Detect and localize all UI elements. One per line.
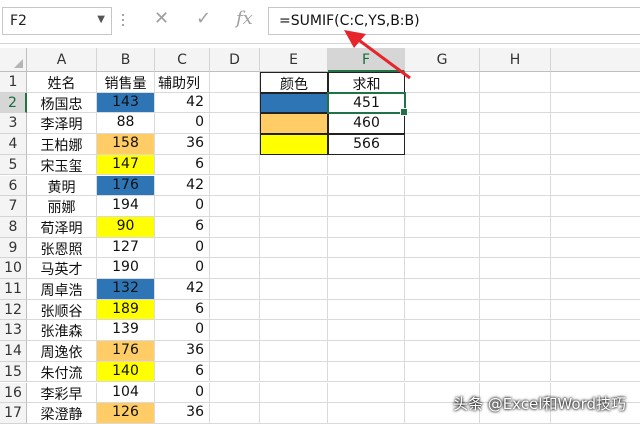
annotation-arrow-icon <box>344 30 411 80</box>
watermark: 头条 @Excel和Word技巧 <box>452 395 626 413</box>
